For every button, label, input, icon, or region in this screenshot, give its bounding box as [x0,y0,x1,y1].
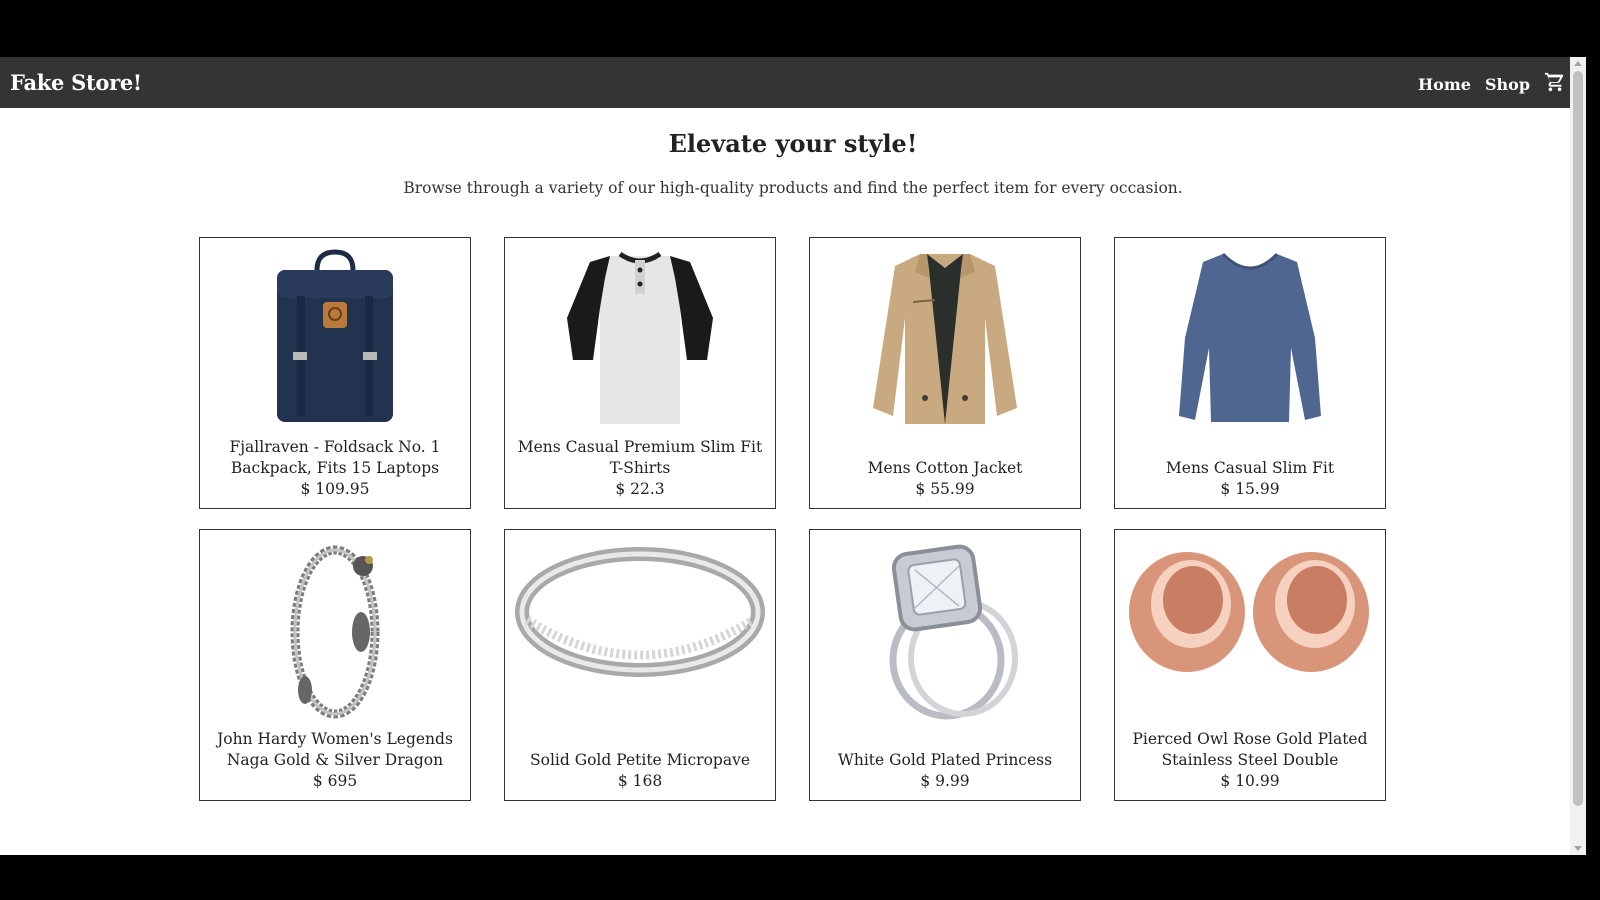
nav-shop-link[interactable]: Shop [1485,75,1530,94]
product-title: Solid Gold Petite Micropave [530,751,750,769]
product-price: $ 22.3 [615,480,665,498]
hero-title: Elevate your style! [668,129,918,158]
scroll-up-arrow-icon[interactable] [1574,61,1582,66]
product-title: Mens Casual Slim Fit [1165,459,1335,477]
product-title: Mens Cotton Jacket [867,459,1023,477]
product-price: $ 9.99 [920,772,970,790]
navbar: Fake Store! Home Shop [0,57,1586,108]
backpack-image [210,248,460,428]
page-scrollbar[interactable] [1570,57,1586,855]
product-card[interactable]: Mens Casual Premium Slim Fit T-Shirts $ … [504,237,776,509]
hero-subtitle: Browse through a variety of our high-qua… [403,179,1183,197]
ear-plugs-image [1125,540,1375,720]
product-title: John Hardy Women's Legends Naga Gold & S… [217,730,453,769]
product-title: Pierced Owl Rose Gold Plated Stainless S… [1132,730,1368,769]
product-price: $ 695 [312,772,358,790]
product-card[interactable]: Fjallraven - Foldsack No. 1 Backpack, Fi… [199,237,471,509]
ring-image [515,540,765,720]
product-card[interactable]: Solid Gold Petite Micropave $ 168 [504,529,776,801]
product-price: $ 15.99 [1220,480,1280,498]
scroll-thumb[interactable] [1573,71,1583,806]
jacket-image [820,248,1070,428]
product-title: Mens Casual Premium Slim Fit T-Shirts [517,438,763,477]
brand-logo[interactable]: Fake Store! [10,70,142,95]
product-grid: Fjallraven - Foldsack No. 1 Backpack, Fi… [199,237,1386,801]
nav-links: Home Shop [1418,71,1566,97]
product-title: Fjallraven - Foldsack No. 1 Backpack, Fi… [229,438,441,477]
cart-icon[interactable] [1544,71,1566,97]
tshirt-image [515,248,765,428]
bracelet-image [210,540,460,720]
product-price: $ 168 [617,772,663,790]
product-title: White Gold Plated Princess [837,751,1053,769]
product-price: $ 109.95 [300,480,370,498]
product-price: $ 55.99 [915,480,975,498]
longsleeve-image [1125,248,1375,428]
product-card[interactable]: Pierced Owl Rose Gold Plated Stainless S… [1114,529,1386,801]
product-card[interactable]: John Hardy Women's Legends Naga Gold & S… [199,529,471,801]
product-card[interactable]: White Gold Plated Princess $ 9.99 [809,529,1081,801]
page-viewport: Fake Store! Home Shop Elevate your style… [0,57,1586,855]
product-price: $ 10.99 [1220,772,1280,790]
diamond-ring-image [820,540,1070,720]
product-card[interactable]: Mens Cotton Jacket $ 55.99 [809,237,1081,509]
product-card[interactable]: Mens Casual Slim Fit $ 15.99 [1114,237,1386,509]
nav-home-link[interactable]: Home [1418,75,1471,94]
scroll-down-arrow-icon[interactable] [1574,846,1582,851]
